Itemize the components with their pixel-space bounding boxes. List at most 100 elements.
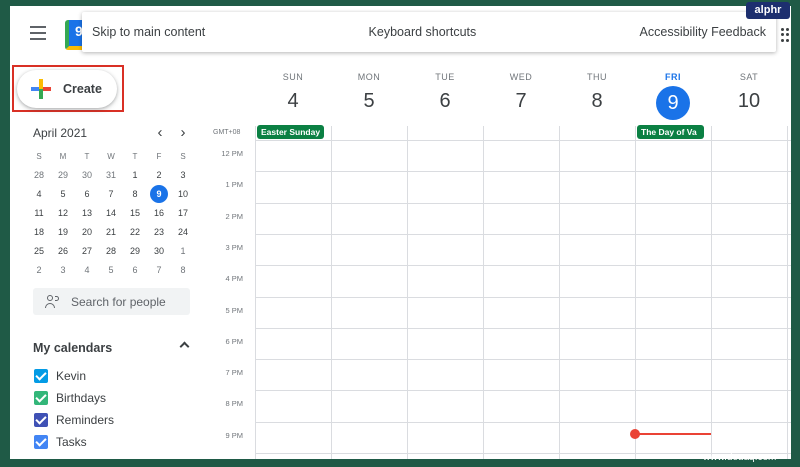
mini-calendar-day[interactable]: 4 xyxy=(27,185,51,204)
hour-label: 8 PM xyxy=(225,399,243,408)
next-month-button[interactable]: › xyxy=(176,124,190,141)
keyboard-shortcuts-link[interactable]: Keyboard shortcuts xyxy=(369,25,477,39)
mini-calendar-day[interactable]: 7 xyxy=(147,261,171,280)
top-bar: 9 Skip to main content Keyboard shortcut… xyxy=(10,6,791,62)
mini-calendar-day[interactable]: 15 xyxy=(123,204,147,223)
mini-calendar-day[interactable]: 23 xyxy=(147,223,171,242)
mini-calendar-day[interactable]: 5 xyxy=(99,261,123,280)
hour-label: 12 PM xyxy=(221,149,243,158)
day-number[interactable]: 7 xyxy=(483,88,559,122)
day-of-week-label: THU xyxy=(587,72,607,82)
day-header-sat[interactable]: SAT 10 xyxy=(711,72,787,122)
day-column-divider xyxy=(635,126,636,459)
day-number[interactable]: 9 xyxy=(656,86,690,120)
mini-calendar-day[interactable]: 6 xyxy=(123,261,147,280)
day-header-thu[interactable]: THU 8 xyxy=(559,72,635,122)
day-number[interactable]: 4 xyxy=(255,88,331,122)
calendar-item-birthdays[interactable]: Birthdays xyxy=(34,389,106,407)
mini-calendar-day[interactable]: 26 xyxy=(51,242,75,261)
mini-calendar-day[interactable]: 11 xyxy=(27,204,51,223)
mini-calendar-day[interactable]: 10 xyxy=(171,185,195,204)
mini-calendar-dow: F xyxy=(156,152,162,161)
mini-calendar-day[interactable]: 3 xyxy=(51,261,75,280)
mini-calendar-day[interactable]: 2 xyxy=(147,166,171,185)
mini-calendar-day[interactable]: 29 xyxy=(123,242,147,261)
mini-calendar-day[interactable]: 20 xyxy=(75,223,99,242)
search-people-placeholder: Search for people xyxy=(71,294,166,309)
site-watermark: www.deuaq.com xyxy=(703,452,777,463)
mini-calendar-day[interactable]: 27 xyxy=(75,242,99,261)
mini-calendar-day[interactable]: 19 xyxy=(51,223,75,242)
checkbox-checked-icon[interactable] xyxy=(34,391,48,405)
hour-label: 7 PM xyxy=(225,368,243,377)
calendar-item-label: Tasks xyxy=(56,435,87,449)
mini-calendar-day[interactable]: 12 xyxy=(51,204,75,223)
checkbox-checked-icon[interactable] xyxy=(34,369,48,383)
mini-calendar-day[interactable]: 30 xyxy=(147,242,171,261)
hour-label: 6 PM xyxy=(225,337,243,346)
day-number[interactable]: 10 xyxy=(711,88,787,122)
mini-calendar-day[interactable]: 24 xyxy=(171,223,195,242)
day-header-tue[interactable]: TUE 6 xyxy=(407,72,483,122)
all-day-event[interactable]: The Day of Va xyxy=(637,125,704,139)
calendar-item-label: Birthdays xyxy=(56,391,107,405)
main-menu-icon[interactable] xyxy=(30,26,46,40)
calendar-window: 9 Skip to main content Keyboard shortcut… xyxy=(10,6,791,459)
day-column-divider xyxy=(255,126,256,459)
mini-calendar-day[interactable]: 17 xyxy=(171,204,195,223)
day-of-week-label: SAT xyxy=(739,72,759,82)
mini-calendar-dow: T xyxy=(132,152,138,161)
calendar-item-reminders[interactable]: Reminders xyxy=(34,411,114,429)
day-column-divider xyxy=(331,126,332,459)
mini-calendar-day[interactable]: 25 xyxy=(27,242,51,261)
mini-calendar-day[interactable]: 1 xyxy=(123,166,147,185)
checkbox-checked-icon[interactable] xyxy=(34,435,48,449)
search-people-input[interactable]: Search for people xyxy=(33,288,190,315)
mini-calendar-day[interactable]: 14 xyxy=(99,204,123,223)
apps-grid-icon[interactable] xyxy=(781,28,791,42)
day-number[interactable]: 8 xyxy=(559,88,635,122)
day-of-week-label: FRI xyxy=(665,72,681,82)
day-header-mon[interactable]: MON 5 xyxy=(331,72,407,122)
calendar-item-tasks[interactable]: Tasks xyxy=(34,433,87,451)
mini-calendar-day[interactable]: 8 xyxy=(171,261,195,280)
mini-calendar-day[interactable]: 4 xyxy=(75,261,99,280)
day-number[interactable]: 5 xyxy=(331,88,407,122)
accessibility-feedback-link[interactable]: Accessibility Feedback xyxy=(640,25,766,39)
chevron-up-icon[interactable] xyxy=(179,341,190,352)
checkbox-checked-icon[interactable] xyxy=(34,413,48,427)
mini-calendar-day[interactable]: 21 xyxy=(99,223,123,242)
day-header-sun[interactable]: SUN 4 xyxy=(255,72,331,122)
day-header-wed[interactable]: WED 7 xyxy=(483,72,559,122)
mini-calendar-day[interactable]: 18 xyxy=(27,223,51,242)
week-grid[interactable] xyxy=(255,126,791,459)
calendar-item-label: Reminders xyxy=(56,413,115,427)
create-button[interactable]: Create xyxy=(17,70,117,108)
all-day-event[interactable]: Easter Sunday xyxy=(257,125,324,139)
my-calendars-header[interactable]: My calendars xyxy=(33,339,190,357)
mini-calendar-day[interactable]: 2 xyxy=(27,261,51,280)
mini-calendar-day[interactable]: 28 xyxy=(27,166,51,185)
mini-calendar-day[interactable]: 5 xyxy=(51,185,75,204)
day-header-fri[interactable]: FRI 9 xyxy=(635,72,711,120)
calendar-item-kevin[interactable]: Kevin xyxy=(34,367,86,385)
mini-calendar-day[interactable]: 31 xyxy=(99,166,123,185)
mini-calendar-day[interactable]: 6 xyxy=(75,185,99,204)
prev-month-button[interactable]: ‹ xyxy=(153,124,167,141)
mini-calendar-day[interactable]: 7 xyxy=(99,185,123,204)
people-icon xyxy=(45,294,61,309)
mini-calendar-day[interactable]: 1 xyxy=(171,242,195,261)
mini-calendar-day[interactable]: 22 xyxy=(123,223,147,242)
mini-calendar-day[interactable]: 13 xyxy=(75,204,99,223)
mini-calendar-day[interactable]: 9 xyxy=(147,185,171,204)
mini-calendar-day[interactable]: 29 xyxy=(51,166,75,185)
mini-calendar-day[interactable]: 28 xyxy=(99,242,123,261)
day-number[interactable]: 6 xyxy=(407,88,483,122)
mini-calendar-day[interactable]: 30 xyxy=(75,166,99,185)
mini-calendar-day[interactable]: 16 xyxy=(147,204,171,223)
mini-calendar-day[interactable]: 3 xyxy=(171,166,195,185)
day-column-divider xyxy=(787,126,788,459)
skip-to-main-link[interactable]: Skip to main content xyxy=(92,25,205,39)
mini-calendar-dow: S xyxy=(36,152,42,161)
mini-calendar-day[interactable]: 8 xyxy=(123,185,147,204)
